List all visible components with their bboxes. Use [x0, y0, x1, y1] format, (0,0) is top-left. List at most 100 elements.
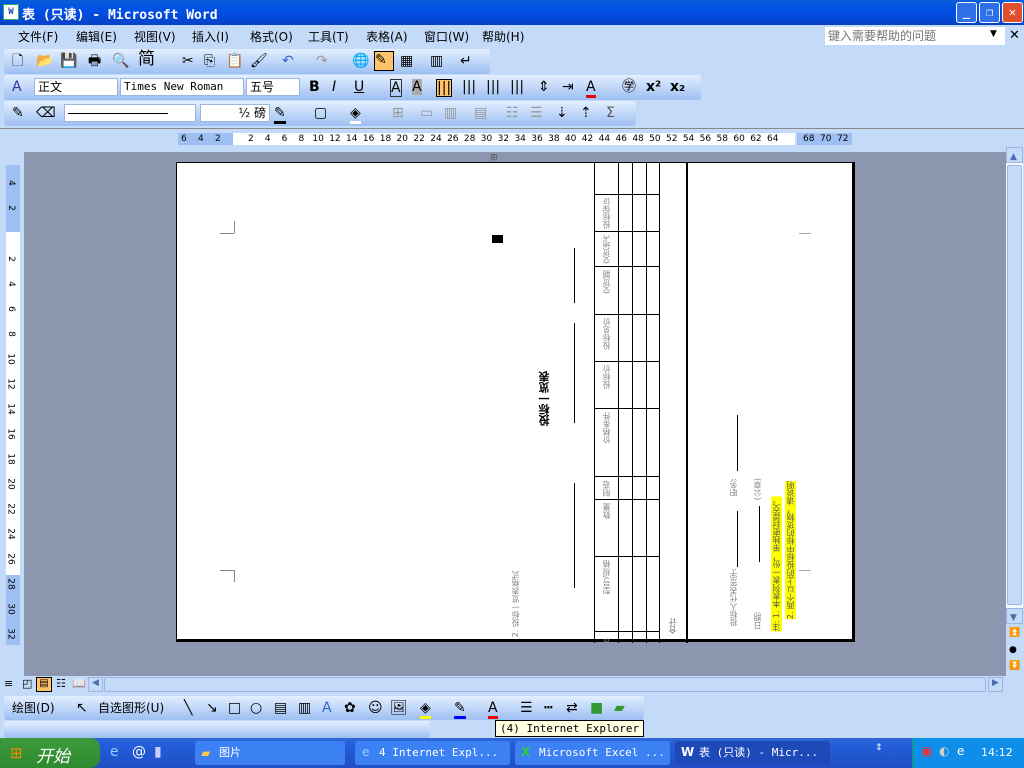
distribute-cols-icon[interactable]: ☰: [530, 105, 543, 121]
menu-tools[interactable]: 工具(T): [308, 28, 349, 45]
show-hide-icon[interactable]: ↵: [460, 53, 472, 69]
char-border-icon[interactable]: A: [390, 79, 402, 97]
redo-icon[interactable]: ↷: [316, 53, 328, 69]
hyperlink-icon[interactable]: 🌐: [352, 53, 369, 69]
arrow-icon[interactable]: ↘: [206, 700, 218, 716]
text-box-icon[interactable]: ▤: [274, 700, 287, 716]
taskbar-button-ie[interactable]: 4 Internet Expl...: [355, 741, 510, 765]
columns-icon[interactable]: ▥: [430, 53, 443, 69]
scroll-right-button[interactable]: ▶: [988, 677, 1003, 692]
select-browse-object-icon[interactable]: ●: [1009, 645, 1017, 655]
subscript-icon[interactable]: x₂: [670, 79, 685, 95]
styles-icon[interactable]: A: [12, 79, 22, 95]
open-icon[interactable]: 📂: [36, 53, 53, 69]
distribute-rows-icon[interactable]: ☷: [506, 105, 519, 121]
clip-art-icon[interactable]: ☺: [368, 700, 383, 716]
autosum-icon[interactable]: Σ: [606, 105, 615, 121]
underline-icon[interactable]: U: [354, 79, 364, 95]
print-preview-icon[interactable]: 🔍: [112, 53, 129, 69]
taskbar-button-pictures[interactable]: 图片: [195, 741, 345, 765]
3d-icon[interactable]: ▰: [614, 700, 625, 716]
word-icon[interactable]: W: [3, 4, 19, 20]
taskbar-button-excel[interactable]: Microsoft Excel ...: [515, 741, 670, 765]
borders-icon[interactable]: ▢: [314, 105, 327, 121]
shadow-icon[interactable]: ■: [590, 700, 603, 716]
restore-button[interactable]: ❐: [979, 2, 1000, 23]
shading-color-icon[interactable]: ◈: [350, 105, 361, 124]
insert-table-icon[interactable]: ⊞: [392, 105, 404, 121]
line-style-dropdown[interactable]: [64, 104, 196, 122]
draw-table-icon[interactable]: ✎: [12, 105, 24, 121]
taskbar-button-word[interactable]: 表 (只读) - Micr...: [675, 741, 830, 765]
ie-quicklaunch-icon[interactable]: e: [110, 744, 119, 760]
paste-icon[interactable]: 📋: [226, 53, 243, 69]
align-cells-icon[interactable]: ▤: [474, 105, 487, 121]
menu-edit[interactable]: 编辑(E): [76, 28, 117, 45]
help-search-input[interactable]: [825, 27, 1005, 45]
bold-icon[interactable]: B: [309, 79, 320, 95]
save-icon[interactable]: 💾: [60, 53, 77, 69]
insert-table-icon[interactable]: ▦: [400, 53, 413, 69]
rectangle-icon[interactable]: □: [228, 700, 241, 716]
italic-icon[interactable]: I: [332, 79, 336, 95]
taskbar-scroll-icon[interactable]: ⇕: [875, 743, 883, 753]
style-dropdown[interactable]: 正文: [34, 78, 118, 96]
align-right-icon[interactable]: |||: [486, 79, 500, 95]
scroll-down-button[interactable]: ▼: [1006, 608, 1023, 624]
print-layout-view-icon[interactable]: ▤: [36, 677, 52, 692]
wordart-icon[interactable]: A: [322, 700, 332, 716]
close-button[interactable]: ✕: [1002, 2, 1023, 23]
tables-borders-icon[interactable]: ✎: [374, 51, 394, 71]
align-center-icon[interactable]: |||: [462, 79, 476, 95]
select-objects-icon[interactable]: ↖: [76, 700, 88, 716]
vertical-scrollbar-thumb[interactable]: [1007, 165, 1022, 605]
horizontal-scrollbar-thumb[interactable]: [104, 677, 986, 692]
eraser-icon[interactable]: ⌫: [36, 105, 56, 121]
sort-ascending-icon[interactable]: ⇣: [556, 105, 568, 121]
document-page[interactable]: 投标一览表 2. 投标一览表格式 货物名称 型号/规格 数量 制造商名称 价格条件 投标价…: [176, 162, 855, 645]
scroll-left-button[interactable]: ◀: [88, 677, 103, 692]
tray-app-icon[interactable]: ▣: [921, 744, 932, 758]
split-cells-icon[interactable]: ▥: [444, 105, 457, 121]
chevron-down-icon[interactable]: ▼: [990, 29, 997, 39]
cut-icon[interactable]: ✂: [182, 53, 194, 69]
menu-window[interactable]: 窗口(W): [424, 28, 469, 45]
menu-help[interactable]: 帮助(H): [482, 28, 524, 45]
reading-view-icon[interactable]: 📖: [72, 677, 86, 690]
font-color-icon[interactable]: A: [586, 79, 596, 98]
normal-view-icon[interactable]: ≡: [4, 677, 13, 690]
line-color-icon[interactable]: ✎: [454, 700, 466, 719]
menu-file[interactable]: 文件(F): [18, 28, 58, 45]
new-icon[interactable]: 🗋: [12, 53, 23, 69]
menu-format[interactable]: 格式(O): [250, 28, 293, 45]
diagram-icon[interactable]: ✿: [344, 700, 356, 716]
border-color-icon[interactable]: ✎: [274, 105, 286, 124]
sort-descending-icon[interactable]: ⇡: [580, 105, 592, 121]
draw-menu-button[interactable]: 绘图(D): [12, 700, 55, 716]
dash-style-icon[interactable]: ┅: [544, 700, 552, 716]
align-justify-icon[interactable]: |||: [436, 79, 453, 97]
previous-page-icon[interactable]: ⏫: [1009, 628, 1020, 638]
superscript-icon[interactable]: x²: [646, 79, 661, 95]
picture-icon[interactable]: 🖼: [390, 700, 408, 716]
tray-ie-icon[interactable]: e: [957, 744, 964, 758]
next-page-icon[interactable]: ⏬: [1009, 661, 1020, 671]
web-view-icon[interactable]: ◰: [22, 677, 32, 690]
format-painter-icon[interactable]: 🖌: [250, 53, 268, 69]
line-weight-dropdown[interactable]: ½ 磅: [200, 104, 270, 122]
autoshapes-button[interactable]: 自选图形(U): [98, 700, 164, 716]
arrow-style-icon[interactable]: ⇄: [566, 700, 578, 716]
tray-volume-icon[interactable]: ◐: [939, 744, 949, 758]
scroll-up-button[interactable]: ▲: [1006, 147, 1023, 163]
line-icon[interactable]: ╲: [184, 700, 192, 716]
oval-icon[interactable]: ○: [250, 700, 262, 716]
menu-insert[interactable]: 插入(I): [192, 28, 229, 45]
copy-icon[interactable]: ⎘: [204, 53, 215, 69]
vertical-text-box-icon[interactable]: ▥: [298, 700, 311, 716]
close-doc-icon[interactable]: ✕: [1009, 28, 1020, 43]
font-dropdown[interactable]: Times New Roman: [120, 78, 244, 96]
font-color-icon[interactable]: A: [488, 700, 498, 719]
outline-view-icon[interactable]: ☷: [56, 677, 66, 690]
print-icon[interactable]: 🖶: [88, 53, 101, 69]
merge-cells-icon[interactable]: ▭: [420, 105, 433, 121]
